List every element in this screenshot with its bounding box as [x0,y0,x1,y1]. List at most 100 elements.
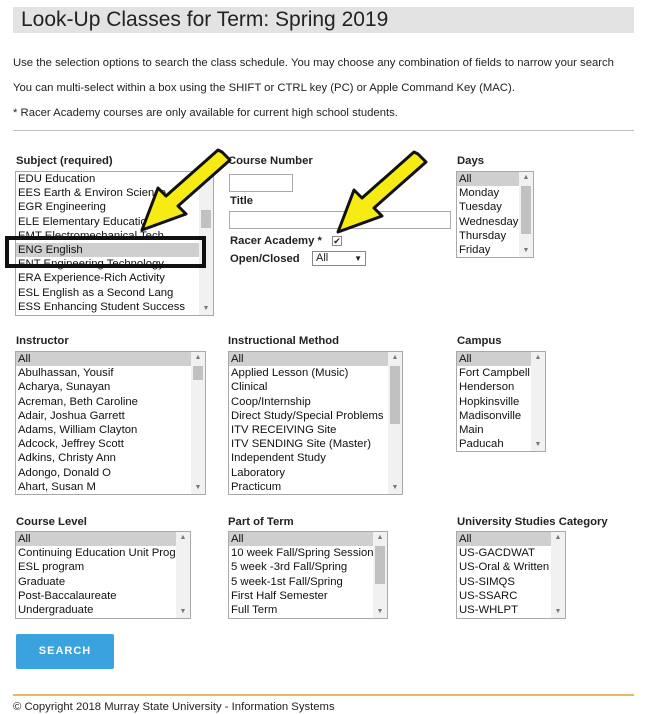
instructor-label: Instructor [16,335,69,347]
scrollbar[interactable]: ▲▼ [531,352,545,451]
scroll-down-icon[interactable]: ▼ [551,606,565,618]
scrollbar[interactable]: ▲▼ [191,352,205,494]
scrollbar-thumb[interactable] [390,366,400,424]
list-option[interactable]: Clinical [229,380,388,394]
list-option[interactable]: Monday [457,186,519,200]
days-label: Days [457,155,485,167]
list-option[interactable]: Adcock, Jeffrey Scott [16,437,191,451]
scroll-down-icon[interactable]: ▼ [531,439,545,451]
list-option[interactable]: Henderson [457,380,531,394]
instructional-method-label: Instructional Method [228,335,340,347]
scroll-up-icon[interactable]: ▲ [531,352,545,364]
scroll-down-icon[interactable]: ▼ [199,303,213,315]
list-option[interactable]: All [457,172,519,187]
list-option[interactable]: US-WHLPT [457,603,551,617]
list-option[interactable]: US-Oral & Written [457,560,551,574]
instructor-listbox[interactable]: All Abulhassan, Yousif Acharya, Sunayan Acr… [15,351,206,495]
list-option[interactable]: Acreman, Beth Caroline [16,395,191,409]
list-option[interactable]: Post-Baccalaureate [16,589,176,603]
list-option[interactable]: Undergraduate [16,603,176,617]
list-option[interactable]: ITV RECEIVING Site [229,423,388,437]
list-option[interactable]: US-SSARC [457,589,551,603]
list-option[interactable]: Independent Study [229,451,388,465]
footer-divider [13,694,634,696]
scroll-down-icon[interactable]: ▼ [373,606,387,618]
list-option[interactable]: Adongo, Donald O [16,466,191,480]
list-option[interactable]: US-GACDWAT [457,546,551,560]
scroll-up-icon[interactable]: ▲ [176,532,190,544]
list-option[interactable]: US-SIMQS [457,575,551,589]
list-option[interactable]: 5 week -3rd Fall/Spring [229,560,373,574]
scrollbar[interactable]: ▲▼ [176,532,190,618]
list-option[interactable]: 5 week-1st Fall/Spring [229,575,373,589]
scroll-down-icon[interactable]: ▼ [519,245,533,257]
list-option[interactable]: Abulhassan, Yousif [16,366,191,380]
list-option[interactable]: Fort Campbell [457,366,531,380]
part-of-term-listbox[interactable]: All 10 week Fall/Spring Session 5 week -3r… [228,531,388,619]
list-option[interactable]: Graduate [16,575,176,589]
instruction-text-1: Use the selection options to search the … [13,57,614,69]
list-option[interactable]: Hopkinsville [457,395,531,409]
days-listbox[interactable]: All Monday Tuesday Wednesday Thursday Friday ▲… [456,171,534,258]
list-option[interactable]: All [229,352,388,367]
list-option[interactable]: Paducah [457,437,531,451]
scroll-up-icon[interactable]: ▲ [551,532,565,544]
scroll-up-icon[interactable]: ▲ [373,532,387,544]
instruction-text-2: You can multi-select within a box using … [13,82,515,94]
university-studies-listbox[interactable]: All US-GACDWAT US-Oral & Written US-SIMQS US… [456,531,566,619]
list-option[interactable]: Thursday [457,229,519,243]
list-option[interactable]: Main [457,423,531,437]
list-option[interactable]: Adair, Joshua Garrett [16,409,191,423]
list-option[interactable]: Continuing Education Unit Prog [16,546,176,560]
scroll-up-icon[interactable]: ▲ [191,352,205,364]
list-option[interactable]: ERA Experience-Rich Activity [16,271,199,285]
list-option[interactable]: ITV SENDING Site (Master) [229,437,388,451]
scrollbar-thumb[interactable] [521,186,531,234]
scrollbar[interactable]: ▲▼ [388,352,402,494]
list-option[interactable]: Practicum [229,480,388,494]
scrollbar-thumb[interactable] [193,366,203,380]
list-option[interactable]: Laboratory [229,466,388,480]
list-option[interactable]: All [229,532,373,547]
list-option[interactable]: First Half Semester [229,589,373,603]
list-option[interactable]: All [16,352,191,367]
scroll-down-icon[interactable]: ▼ [176,606,190,618]
course-level-listbox[interactable]: All Continuing Education Unit Prog ESL pro… [15,531,191,619]
course-number-label: Course Number [228,155,313,167]
list-option[interactable]: Madisonville [457,409,531,423]
scrollbar[interactable]: ▲▼ [551,532,565,618]
scrollbar[interactable]: ▲▼ [373,532,387,618]
list-option[interactable]: All [457,532,551,547]
campus-label: Campus [457,335,502,347]
list-option[interactable]: All [457,352,531,367]
scrollbar-thumb[interactable] [375,546,385,584]
course-number-input[interactable] [229,174,293,192]
list-option[interactable]: Adams, William Clayton [16,423,191,437]
list-option[interactable]: ESL English as a Second Lang [16,286,199,300]
list-option[interactable]: Tuesday [457,200,519,214]
list-option[interactable]: Acharya, Sunayan [16,380,191,394]
scroll-up-icon[interactable]: ▲ [519,172,533,184]
list-option[interactable]: Ahart, Susan M [16,480,191,494]
list-option[interactable]: Friday [457,243,519,257]
list-option[interactable]: Adkins, Christy Ann [16,451,191,465]
list-option[interactable]: Wednesday [457,215,519,229]
copyright-text: © Copyright 2018 Murray State University… [13,701,335,713]
list-option[interactable]: All [16,532,176,547]
list-option[interactable]: ESS Enhancing Student Success [16,300,199,314]
scroll-up-icon[interactable]: ▲ [388,352,402,364]
scroll-down-icon[interactable]: ▼ [388,482,402,494]
list-option[interactable]: Coop/Internship [229,395,388,409]
list-option[interactable]: 10 week Fall/Spring Session [229,546,373,560]
campus-listbox[interactable]: All Fort Campbell Henderson Hopkinsville Mad… [456,351,546,452]
page-title-bar: Look-Up Classes for Term: Spring 2019 [13,7,634,33]
list-option[interactable]: ESL program [16,560,176,574]
open-closed-select[interactable]: All ▼ [312,251,366,266]
scroll-down-icon[interactable]: ▼ [191,482,205,494]
list-option[interactable]: Full Term [229,603,373,617]
scrollbar[interactable]: ▲▼ [519,172,533,257]
list-option[interactable]: Applied Lesson (Music) [229,366,388,380]
search-button[interactable]: SEARCH [16,634,114,669]
instructional-method-listbox[interactable]: All Applied Lesson (Music) Clinical Coop/In… [228,351,403,495]
list-option[interactable]: Direct Study/Special Problems [229,409,388,423]
